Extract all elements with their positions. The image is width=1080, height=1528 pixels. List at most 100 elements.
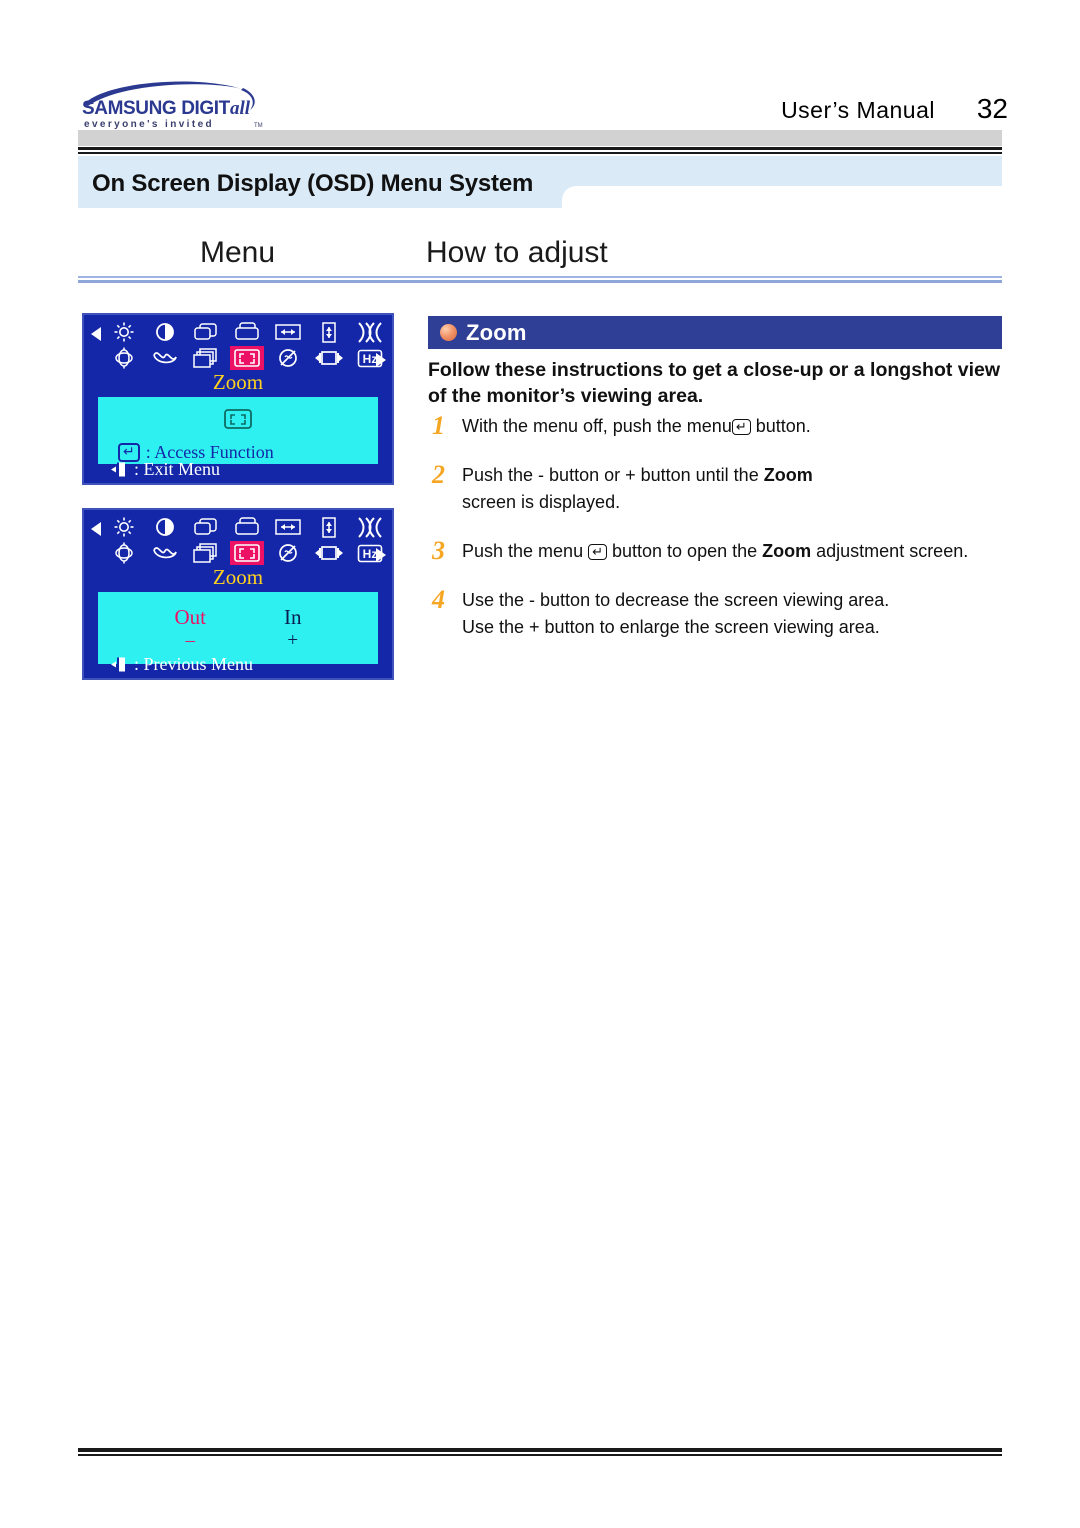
trapezoid-icon <box>189 346 223 370</box>
step-text: Push the - button or + button until the … <box>462 462 813 516</box>
pinbalance-icon <box>148 346 182 370</box>
step-number: 4 <box>432 585 445 614</box>
pincushion-icon <box>353 320 387 344</box>
degauss-icon <box>271 541 305 565</box>
h-size-icon <box>271 320 305 344</box>
osd-body-area: ↵ : Access Function <box>98 397 378 464</box>
h-size-icon <box>271 515 305 539</box>
frequency-icon: Hz <box>353 346 387 370</box>
zoom-icon <box>224 409 252 434</box>
h-position-icon <box>189 320 223 344</box>
osd-icon-row: Hz <box>84 315 392 373</box>
step-2-pre: Push the - button or + button until the <box>462 465 764 485</box>
contrast-icon <box>148 320 182 344</box>
header-rule-thin <box>78 152 1002 154</box>
step-3: 3 Push the menu ↵ button to open the Zoo… <box>428 538 1008 565</box>
osd-panel-zoom-adjust: Hz Zoom Out – In + : Previous Menu <box>82 508 394 680</box>
arrow-left-icon <box>91 327 101 341</box>
orange-sphere-bullet-icon <box>440 324 457 341</box>
step-3-post: adjustment screen. <box>811 541 969 561</box>
contrast-icon <box>148 515 182 539</box>
v-position-icon <box>230 320 264 344</box>
header-gray-band <box>78 130 1002 146</box>
rotation-icon <box>107 346 141 370</box>
arrow-left-icon <box>91 522 101 536</box>
osd-panel-menu-select: Hz Zoom ↵ : Access Function : Exit Menu <box>82 313 394 485</box>
enter-key-icon: ↵ <box>731 419 751 435</box>
svg-text:SAMSUNG DIGIT: SAMSUNG DIGIT <box>82 98 231 119</box>
svg-text:Hz: Hz <box>363 547 378 561</box>
samsung-logo: SAMSUNG DIGIT all everyone's invited TM <box>78 76 278 132</box>
brightness-icon <box>107 515 141 539</box>
step-1-pre: With the menu off, push the menu <box>462 416 732 436</box>
page-title: On Screen Display (OSD) Menu System <box>92 170 534 197</box>
frequency-icon: Hz <box>353 541 387 565</box>
step-4-line-2: Use the + button to enlarge the screen v… <box>462 617 880 637</box>
step-text: With the menu off, push the menu ↵ button… <box>462 413 811 440</box>
brightness-icon <box>107 320 141 344</box>
zoom-intro-text: Follow these instructions to get a close… <box>428 357 1008 409</box>
step-2-line-2: screen is displayed. <box>462 492 621 512</box>
h-position-icon <box>189 515 223 539</box>
step-1: 1 With the menu off, push the menu ↵ butt… <box>428 413 1008 440</box>
osd-out-in-controls: Out – In + <box>98 606 378 652</box>
zoom-in-label: In <box>284 605 302 629</box>
step-3-pre: Push the menu <box>462 541 589 561</box>
svg-text:TM: TM <box>254 123 263 129</box>
zoom-section-heading: Zoom <box>466 319 527 345</box>
step-number: 2 <box>432 460 445 489</box>
instruction-steps: 1 With the menu off, push the menu ↵ butt… <box>428 413 1008 663</box>
v-size-icon <box>312 320 346 344</box>
osd-icon-row: Hz <box>84 510 392 568</box>
step-4-line-1: Use the - button to decrease the screen … <box>462 590 890 610</box>
intro-line-2: of the monitor’s viewing area. <box>428 385 704 407</box>
page-number: 32 <box>976 93 1008 124</box>
zoom-in-control[interactable]: In + <box>284 606 302 652</box>
osd-exit-menu-line: : Exit Menu <box>110 459 220 480</box>
footer-rule-thin <box>78 1454 1002 1456</box>
svg-text:all: all <box>230 98 251 119</box>
zoom-section-bar: Zoom <box>428 316 1002 349</box>
step-text: Use the - button to decrease the screen … <box>462 587 889 641</box>
parallelogram-icon <box>312 346 346 370</box>
step-3-bold: Zoom <box>762 541 812 561</box>
osd-exit-label: : Exit Menu <box>134 459 220 479</box>
rotation-icon <box>107 541 141 565</box>
step-4: 4 Use the - button to decrease the scree… <box>428 587 1008 641</box>
pincushion-icon <box>353 515 387 539</box>
trapezoid-icon <box>189 541 223 565</box>
osd-previous-menu-line: : Previous Menu <box>110 654 253 675</box>
pinbalance-icon <box>148 541 182 565</box>
zoom-icon-selected[interactable] <box>230 541 264 565</box>
zoom-out-control[interactable]: Out – <box>175 606 207 652</box>
minus-symbol: – <box>185 630 196 651</box>
exit-door-icon <box>111 657 125 672</box>
zoom-icon-selected[interactable] <box>230 346 264 370</box>
step-1-post: button. <box>750 416 811 436</box>
intro-line-1: Follow these instructions to get a close… <box>428 359 1001 381</box>
column-heading-menu: Menu <box>200 236 276 269</box>
step-number: 3 <box>432 536 445 565</box>
step-2-bold: Zoom <box>763 465 813 485</box>
step-3-mid: button to open the <box>607 541 763 561</box>
osd-selected-title: Zoom <box>212 565 264 589</box>
step-number: 1 <box>432 411 445 440</box>
svg-text:everyone's invited: everyone's invited <box>84 119 214 130</box>
parallelogram-icon <box>312 541 346 565</box>
osd-selected-title: Zoom <box>212 370 264 394</box>
svg-text:Hz: Hz <box>363 352 378 366</box>
zoom-out-label: Out <box>174 605 207 629</box>
step-text: Push the menu ↵ button to open the Zoom … <box>462 538 968 565</box>
plus-symbol: + <box>287 630 299 651</box>
degauss-icon <box>271 346 305 370</box>
v-position-icon <box>230 515 264 539</box>
section-tab-notch <box>562 186 1002 210</box>
step-2: 2 Push the - button or + button until th… <box>428 462 1008 516</box>
column-divider-rule <box>78 276 1002 285</box>
column-heading-how-to-adjust: How to adjust <box>426 236 608 269</box>
header-rule-thick <box>78 147 1002 150</box>
exit-door-icon <box>111 462 125 477</box>
footer-rule-thick <box>78 1448 1002 1452</box>
enter-key-icon: ↵ <box>588 544 607 560</box>
manual-page: SAMSUNG DIGIT all everyone's invited TM … <box>0 0 1080 1528</box>
